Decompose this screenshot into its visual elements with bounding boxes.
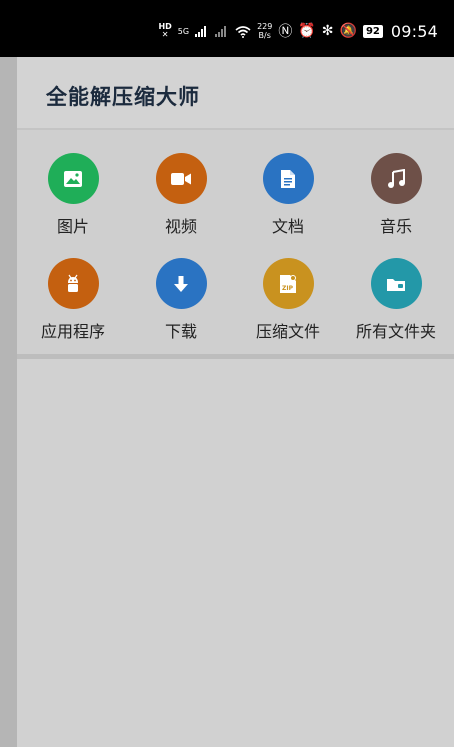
signal-strength-2-icon <box>215 26 227 37</box>
battery-indicator: 92 <box>362 24 383 38</box>
category-label: 压缩文件 <box>255 322 320 341</box>
document-icon <box>262 153 314 204</box>
clock: 09:54 <box>390 21 438 41</box>
category-label: 音乐 <box>379 217 412 236</box>
alarm-icon: ⏰ <box>298 23 316 39</box>
download-arrow-icon <box>155 258 207 309</box>
category-downloads[interactable]: 下载 <box>127 258 235 358</box>
category-label: 所有文件夹 <box>355 322 436 341</box>
category-music[interactable]: 音乐 <box>342 153 450 253</box>
category-videos[interactable]: 视频 <box>127 153 235 253</box>
drawer-panel: 全能解压缩大师 图片 视频 文档 音乐 应用程序 下载 ZIP 压缩文件 所有文… <box>17 57 454 747</box>
video-camera-icon <box>155 153 207 204</box>
category-label: 文档 <box>271 217 304 236</box>
category-label: 下载 <box>164 322 197 341</box>
dimmed-background[interactable] <box>0 57 17 747</box>
category-images[interactable]: 图片 <box>19 153 127 253</box>
status-icons: HD ✕ 5G 229 B/s Ⓝ ⏰ ✻ 🔕 92 09:54 <box>158 20 438 42</box>
category-documents[interactable]: 文档 <box>234 153 342 253</box>
category-label: 应用程序 <box>40 322 105 341</box>
image-icon <box>47 153 99 204</box>
wifi-icon <box>235 25 251 38</box>
music-note-icon <box>370 153 422 204</box>
zip-file-icon: ZIP <box>262 258 314 309</box>
category-grid: 图片 视频 文档 音乐 应用程序 下载 ZIP 压缩文件 所有文件夹 <box>17 130 454 359</box>
nfc-icon: Ⓝ <box>278 24 293 40</box>
drawer-header: 全能解压缩大师 <box>17 57 454 130</box>
android-icon <box>47 258 99 309</box>
signal-strength-icon <box>195 26 207 37</box>
mute-bell-icon: 🔕 <box>339 23 357 39</box>
category-apps[interactable]: 应用程序 <box>19 258 127 358</box>
category-label: 图片 <box>56 217 89 236</box>
category-all-folders[interactable]: 所有文件夹 <box>342 258 450 358</box>
app-title: 全能解压缩大师 <box>46 85 200 109</box>
status-bar: HD ✕ 5G 229 B/s Ⓝ ⏰ ✻ 🔕 92 09:54 <box>0 0 454 57</box>
network-type: 5G <box>177 26 190 36</box>
hd-indicator: HD ✕ <box>158 22 172 39</box>
folder-icon <box>370 258 422 309</box>
category-archives[interactable]: ZIP 压缩文件 <box>234 258 342 358</box>
svg-text:ZIP: ZIP <box>282 285 294 292</box>
network-speed: 229 B/s <box>257 22 273 40</box>
bluetooth-icon: ✻ <box>321 23 334 39</box>
category-label: 视频 <box>164 217 197 236</box>
